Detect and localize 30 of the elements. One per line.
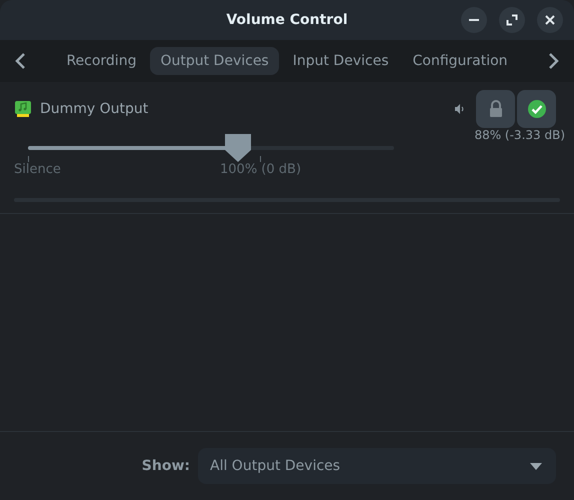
tab[interactable]: Input Devices — [282, 47, 399, 75]
default-device-button[interactable] — [517, 90, 556, 128]
lock-button[interactable] — [476, 90, 515, 128]
volume-slider[interactable] — [28, 134, 394, 162]
show-label: Show: — [142, 458, 190, 474]
scale-label: Silence — [14, 162, 61, 177]
close-icon — [544, 14, 556, 26]
tab[interactable]: Configuration — [402, 47, 518, 75]
show-dropdown[interactable]: All Output Devices — [198, 448, 556, 484]
close-button[interactable] — [537, 7, 563, 33]
chevron-left-icon — [14, 52, 26, 70]
lock-icon — [488, 100, 504, 118]
minimize-button[interactable] — [461, 7, 487, 33]
checkmark-icon — [526, 99, 546, 119]
maximize-icon — [506, 14, 518, 26]
sound-card-icon — [14, 100, 32, 118]
mute-button[interactable] — [454, 103, 466, 115]
slider-thumb[interactable] — [225, 134, 252, 162]
device-name: Dummy Output — [40, 101, 148, 117]
scroll-left-button[interactable] — [14, 52, 26, 70]
volume-reading: 88% (-3.33 dB) — [474, 128, 565, 142]
dropdown-arrow-icon — [530, 462, 542, 470]
window-title: Volume Control — [226, 12, 348, 28]
chevron-right-icon — [548, 52, 560, 70]
scale-label: 100% (0 dB) — [220, 162, 302, 177]
maximize-button[interactable] — [499, 7, 525, 33]
scroll-right-button[interactable] — [548, 52, 560, 70]
speaker-icon — [454, 103, 466, 115]
tab[interactable]: Output Devices — [150, 47, 279, 75]
tab[interactable]: Recording — [56, 47, 146, 75]
